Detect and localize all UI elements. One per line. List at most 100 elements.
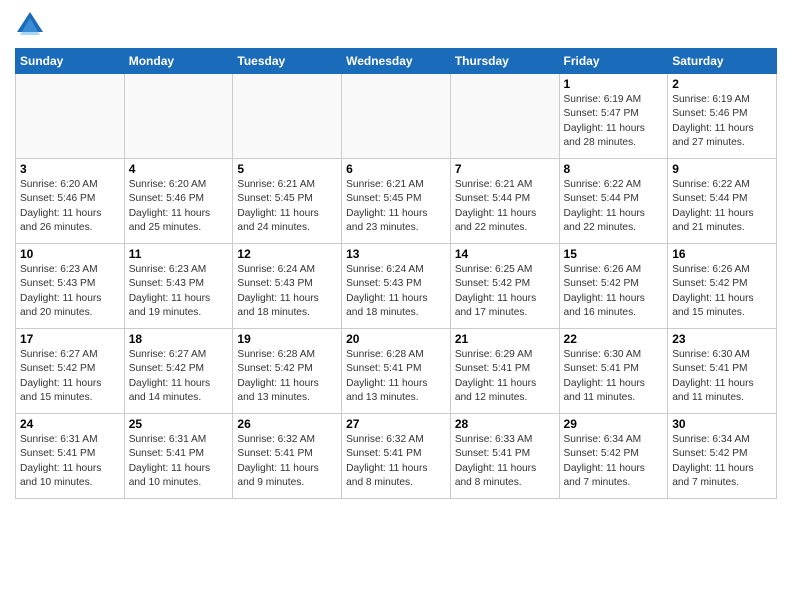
calendar-cell: 6Sunrise: 6:21 AM Sunset: 5:45 PM Daylig…: [342, 159, 451, 244]
day-detail: Sunrise: 6:33 AM Sunset: 5:41 PM Dayligh…: [455, 433, 555, 490]
calendar-week-3: 10 Sunrise: 6:23 AM Sunset: 5:43 PM Dayli…: [16, 244, 777, 329]
day-detail: Sunrise: 6:20 AM Sunset: 5:46 PM Dayligh…: [20, 178, 120, 235]
weekday-header-thursday: Thursday: [450, 49, 559, 74]
calendar-cell: 7Sunrise: 6:21 AM Sunset: 5:44 PM Daylig…: [450, 159, 559, 244]
calendar-cell: 14 Sunrise: 6:25 AM Sunset: 5:42 PM Dayli…: [450, 244, 559, 329]
calendar-cell: 11Sunrise: 6:23 AM Sunset: 5:43 PM Dayli…: [124, 244, 233, 329]
day-detail: Sunrise: 6:29 AM Sunset: 5:41 PM Dayligh…: [455, 348, 555, 405]
calendar-cell: 9 Sunrise: 6:22 AM Sunset: 5:44 PM Daylig…: [668, 159, 777, 244]
day-number: 15: [564, 247, 664, 261]
day-detail: Sunrise: 6:28 AM Sunset: 5:42 PM Dayligh…: [237, 348, 337, 405]
calendar-week-4: 17Sunrise: 6:27 AM Sunset: 5:42 PM Dayli…: [16, 329, 777, 414]
day-detail: Sunrise: 6:30 AM Sunset: 5:41 PM Dayligh…: [672, 348, 772, 405]
day-detail: Sunrise: 6:27 AM Sunset: 5:42 PM Dayligh…: [129, 348, 229, 405]
calendar-cell: 20 Sunrise: 6:28 AM Sunset: 5:41 PM Dayli…: [342, 329, 451, 414]
day-number: 1: [564, 77, 664, 91]
weekday-header-row: SundayMondayTuesdayWednesdayThursdayFrid…: [16, 49, 777, 74]
day-detail: Sunrise: 6:34 AM Sunset: 5:42 PM Dayligh…: [564, 433, 664, 490]
calendar-cell: 27Sunrise: 6:32 AM Sunset: 5:41 PM Dayli…: [342, 414, 451, 499]
day-number: 11: [129, 247, 229, 261]
day-detail: Sunrise: 6:22 AM Sunset: 5:44 PM Dayligh…: [672, 178, 772, 235]
weekday-header-sunday: Sunday: [16, 49, 125, 74]
day-number: 4: [129, 162, 229, 176]
logo-icon: [15, 10, 45, 40]
calendar-cell: 15 Sunrise: 6:26 AM Sunset: 5:42 PM Dayli…: [559, 244, 668, 329]
day-detail: Sunrise: 6:21 AM Sunset: 5:45 PM Dayligh…: [237, 178, 337, 235]
calendar-cell: 23Sunrise: 6:30 AM Sunset: 5:41 PM Dayli…: [668, 329, 777, 414]
day-detail: Sunrise: 6:24 AM Sunset: 5:43 PM Dayligh…: [346, 263, 446, 320]
calendar-cell: [124, 74, 233, 159]
calendar-cell: 16 Sunrise: 6:26 AM Sunset: 5:42 PM Dayli…: [668, 244, 777, 329]
day-number: 25: [129, 417, 229, 431]
day-number: 2: [672, 77, 772, 91]
day-detail: Sunrise: 6:22 AM Sunset: 5:44 PM Dayligh…: [564, 178, 664, 235]
weekday-header-wednesday: Wednesday: [342, 49, 451, 74]
day-detail: Sunrise: 6:24 AM Sunset: 5:43 PM Dayligh…: [237, 263, 337, 320]
day-number: 14: [455, 247, 555, 261]
day-number: 30: [672, 417, 772, 431]
day-detail: Sunrise: 6:23 AM Sunset: 5:43 PM Dayligh…: [20, 263, 120, 320]
day-number: 12: [237, 247, 337, 261]
calendar-cell: 5 Sunrise: 6:21 AM Sunset: 5:45 PM Daylig…: [233, 159, 342, 244]
day-detail: Sunrise: 6:31 AM Sunset: 5:41 PM Dayligh…: [129, 433, 229, 490]
day-number: 18: [129, 332, 229, 346]
logo: [15, 10, 48, 40]
day-number: 10: [20, 247, 120, 261]
calendar-cell: 24 Sunrise: 6:31 AM Sunset: 5:41 PM Dayli…: [16, 414, 125, 499]
day-detail: Sunrise: 6:28 AM Sunset: 5:41 PM Dayligh…: [346, 348, 446, 405]
day-detail: Sunrise: 6:32 AM Sunset: 5:41 PM Dayligh…: [237, 433, 337, 490]
calendar-body: 1 Sunrise: 6:19 AM Sunset: 5:47 PM Daylig…: [16, 74, 777, 499]
day-detail: Sunrise: 6:26 AM Sunset: 5:42 PM Dayligh…: [672, 263, 772, 320]
day-detail: Sunrise: 6:30 AM Sunset: 5:41 PM Dayligh…: [564, 348, 664, 405]
day-number: 21: [455, 332, 555, 346]
day-number: 19: [237, 332, 337, 346]
calendar-cell: 18 Sunrise: 6:27 AM Sunset: 5:42 PM Dayli…: [124, 329, 233, 414]
calendar-cell: [450, 74, 559, 159]
weekday-header-friday: Friday: [559, 49, 668, 74]
calendar-cell: 2 Sunrise: 6:19 AM Sunset: 5:46 PM Daylig…: [668, 74, 777, 159]
calendar-week-5: 24 Sunrise: 6:31 AM Sunset: 5:41 PM Dayli…: [16, 414, 777, 499]
calendar-cell: 3 Sunrise: 6:20 AM Sunset: 5:46 PM Daylig…: [16, 159, 125, 244]
day-number: 7: [455, 162, 555, 176]
day-detail: Sunrise: 6:34 AM Sunset: 5:42 PM Dayligh…: [672, 433, 772, 490]
calendar-cell: 25 Sunrise: 6:31 AM Sunset: 5:41 PM Dayli…: [124, 414, 233, 499]
day-number: 5: [237, 162, 337, 176]
calendar-week-1: 1 Sunrise: 6:19 AM Sunset: 5:47 PM Daylig…: [16, 74, 777, 159]
calendar-cell: 29Sunrise: 6:34 AM Sunset: 5:42 PM Dayli…: [559, 414, 668, 499]
calendar-cell: 19 Sunrise: 6:28 AM Sunset: 5:42 PM Dayli…: [233, 329, 342, 414]
day-number: 27: [346, 417, 446, 431]
day-number: 9: [672, 162, 772, 176]
calendar-cell: 21 Sunrise: 6:29 AM Sunset: 5:41 PM Dayli…: [450, 329, 559, 414]
day-number: 28: [455, 417, 555, 431]
day-number: 16: [672, 247, 772, 261]
day-number: 20: [346, 332, 446, 346]
calendar-cell: 8 Sunrise: 6:22 AM Sunset: 5:44 PM Daylig…: [559, 159, 668, 244]
day-number: 6: [346, 162, 446, 176]
calendar-cell: 13Sunrise: 6:24 AM Sunset: 5:43 PM Dayli…: [342, 244, 451, 329]
weekday-header-saturday: Saturday: [668, 49, 777, 74]
day-detail: Sunrise: 6:26 AM Sunset: 5:42 PM Dayligh…: [564, 263, 664, 320]
day-number: 24: [20, 417, 120, 431]
calendar-cell: 30 Sunrise: 6:34 AM Sunset: 5:42 PM Dayli…: [668, 414, 777, 499]
page-header: [15, 10, 777, 40]
day-number: 3: [20, 162, 120, 176]
day-number: 22: [564, 332, 664, 346]
day-detail: Sunrise: 6:19 AM Sunset: 5:46 PM Dayligh…: [672, 93, 772, 150]
page-container: SundayMondayTuesdayWednesdayThursdayFrid…: [0, 0, 792, 509]
day-detail: Sunrise: 6:20 AM Sunset: 5:46 PM Dayligh…: [129, 178, 229, 235]
calendar-cell: 10 Sunrise: 6:23 AM Sunset: 5:43 PM Dayli…: [16, 244, 125, 329]
calendar-cell: [342, 74, 451, 159]
calendar-cell: 26 Sunrise: 6:32 AM Sunset: 5:41 PM Dayli…: [233, 414, 342, 499]
day-detail: Sunrise: 6:25 AM Sunset: 5:42 PM Dayligh…: [455, 263, 555, 320]
weekday-header-monday: Monday: [124, 49, 233, 74]
calendar-cell: 4 Sunrise: 6:20 AM Sunset: 5:46 PM Daylig…: [124, 159, 233, 244]
calendar-header: SundayMondayTuesdayWednesdayThursdayFrid…: [16, 49, 777, 74]
day-detail: Sunrise: 6:31 AM Sunset: 5:41 PM Dayligh…: [20, 433, 120, 490]
calendar-cell: 22 Sunrise: 6:30 AM Sunset: 5:41 PM Dayli…: [559, 329, 668, 414]
calendar-week-2: 3 Sunrise: 6:20 AM Sunset: 5:46 PM Daylig…: [16, 159, 777, 244]
calendar-cell: 28 Sunrise: 6:33 AM Sunset: 5:41 PM Dayli…: [450, 414, 559, 499]
calendar-table: SundayMondayTuesdayWednesdayThursdayFrid…: [15, 48, 777, 499]
day-number: 8: [564, 162, 664, 176]
day-number: 26: [237, 417, 337, 431]
day-detail: Sunrise: 6:19 AM Sunset: 5:47 PM Dayligh…: [564, 93, 664, 150]
